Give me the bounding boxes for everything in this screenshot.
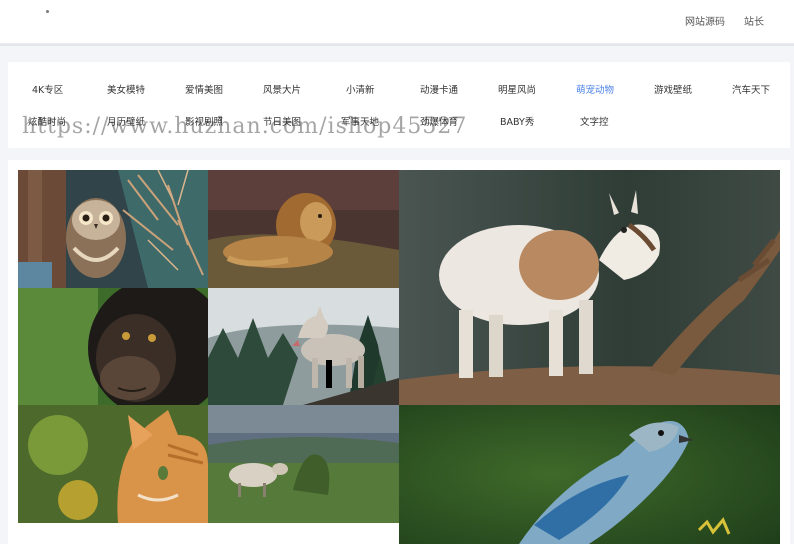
sheep-image xyxy=(208,405,399,523)
photo-owl[interactable] xyxy=(18,170,208,288)
cat-image xyxy=(18,405,208,523)
photo-goat[interactable] xyxy=(399,170,780,405)
category-pets[interactable]: 萌宠动物 xyxy=(576,82,614,96)
category-fashion[interactable]: 炫酷时尚 xyxy=(28,114,66,128)
photo-sheep[interactable] xyxy=(208,405,399,523)
category-fresh[interactable]: 小清新 xyxy=(346,82,375,96)
category-festival[interactable]: 节日美图 xyxy=(263,114,301,128)
webmaster-link[interactable]: 站长 xyxy=(744,13,764,28)
category-love[interactable]: 爱情美图 xyxy=(185,82,223,96)
owl-image xyxy=(18,170,208,288)
category-movies[interactable]: 影视剧照 xyxy=(185,114,223,128)
category-military[interactable]: 军事天地 xyxy=(341,114,379,128)
category-games[interactable]: 游戏壁纸 xyxy=(654,82,692,96)
category-4k[interactable]: 4K专区 xyxy=(32,82,63,96)
category-nav: 4K专区 美女模特 爱情美图 风景大片 小清新 动漫卡通 明星风尚 萌宠动物 游… xyxy=(8,62,790,148)
category-beauty[interactable]: 美女模特 xyxy=(107,82,145,96)
category-sports[interactable]: 劲爆体育 xyxy=(420,114,458,128)
lion-image xyxy=(208,170,399,288)
header-divider xyxy=(0,44,794,46)
logo-dot xyxy=(46,10,49,13)
source-code-link[interactable]: 网站源码 xyxy=(685,13,725,28)
chimpanzee-image xyxy=(18,288,208,405)
photo-wolf[interactable] xyxy=(208,288,399,405)
goat-image xyxy=(399,170,780,405)
photo-lion[interactable] xyxy=(208,170,399,288)
category-calendar[interactable]: 月历壁纸 xyxy=(107,114,145,128)
category-baby[interactable]: BABY秀 xyxy=(500,114,534,128)
category-celebrity[interactable]: 明星风尚 xyxy=(498,82,536,96)
bird-image xyxy=(399,405,780,544)
photo-bird[interactable] xyxy=(399,405,780,544)
category-landscape[interactable]: 风景大片 xyxy=(263,82,301,96)
photo-cat[interactable] xyxy=(18,405,208,523)
page: 网站源码 站长 4K专区 美女模特 爱情美图 风景大片 小清新 动漫卡通 明星风… xyxy=(0,0,794,544)
top-bar: 网站源码 站长 xyxy=(0,0,794,44)
category-text[interactable]: 文字控 xyxy=(580,114,609,128)
category-cars[interactable]: 汽车天下 xyxy=(732,82,770,96)
wolf-image xyxy=(208,288,399,405)
photo-gallery xyxy=(8,160,790,544)
photo-chimpanzee[interactable] xyxy=(18,288,208,405)
category-anime[interactable]: 动漫卡通 xyxy=(420,82,458,96)
